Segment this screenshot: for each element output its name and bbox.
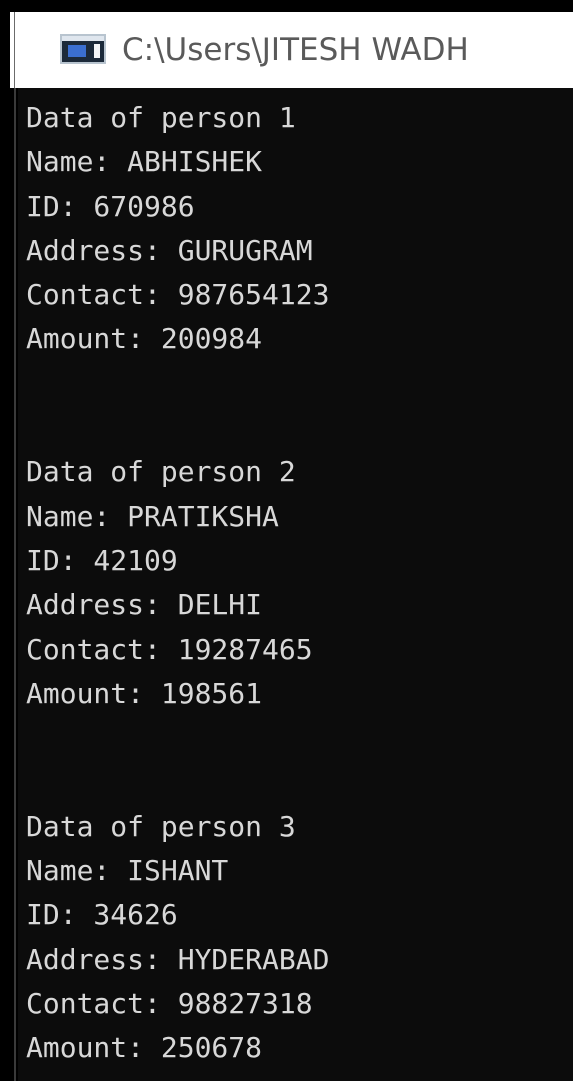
console-window: C:\Users\JITESH WADH Data of person 1 Nam… (0, 0, 573, 1081)
console-line: Name: PRATIKSHA (26, 499, 279, 533)
console-line: ID: 42109 (26, 543, 178, 577)
window-left-border (0, 0, 10, 1081)
console-line: Address: HYDERABAD (26, 942, 330, 976)
icon-white-block (94, 44, 100, 58)
console-line: Contact: 98827318 (26, 986, 313, 1020)
console-left-edge (14, 88, 16, 1081)
title-bar[interactable]: C:\Users\JITESH WADH (10, 12, 573, 88)
console-line: Address: GURUGRAM (26, 233, 313, 267)
console-line: Data of person 2 (26, 455, 296, 489)
console-line: Amount: 200984 (26, 322, 263, 356)
console-line: Name: ABHISHEK (26, 145, 263, 179)
title-bar-edge (14, 12, 15, 88)
console-output-area[interactable]: Data of person 1 Name: ABHISHEK ID: 670986… (18, 88, 573, 1081)
console-line: Data of person 1 (26, 101, 296, 134)
console-line: ID: 34626 (26, 898, 178, 932)
console-line: Address: DELHI (26, 588, 263, 622)
icon-top-bar (62, 36, 104, 41)
console-window-icon[interactable] (60, 34, 106, 64)
console-line: Amount: 250678 (26, 1031, 263, 1065)
console-line: ID: 670986 (26, 189, 195, 223)
console-line: Name: ISHANT (26, 854, 229, 888)
console-line: Amount: 198561 (26, 676, 263, 710)
icon-blue-block (68, 45, 86, 57)
console-text: Data of person 1 Name: ABHISHEK ID: 670986… (26, 96, 329, 1071)
console-line: Data of person 3 (26, 809, 296, 843)
window-title: C:\Users\JITESH WADH (122, 32, 469, 68)
console-line: Contact: 19287465 (26, 632, 313, 666)
console-line: Contact: 987654123 (26, 278, 330, 312)
